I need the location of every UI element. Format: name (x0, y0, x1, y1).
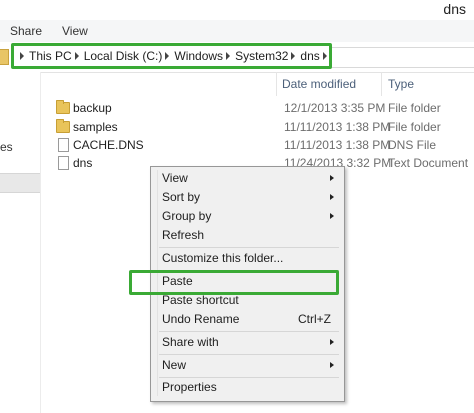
menu-item-label: Sort by (162, 190, 201, 204)
address-breadcrumb[interactable]: This PC Local Disk (C:) Windows System32… (11, 43, 332, 69)
menu-item-customize[interactable]: Customize this folder... (153, 249, 341, 268)
menu-item-label: View (162, 171, 188, 185)
menu-item-refresh[interactable]: Refresh (153, 226, 341, 245)
menu-item-group-by[interactable]: Group by (153, 207, 341, 226)
column-divider[interactable] (276, 72, 277, 96)
document-icon (58, 138, 69, 152)
navigation-pane[interactable]: es (0, 72, 41, 413)
submenu-arrow-icon (330, 194, 334, 200)
submenu-arrow-icon (330, 362, 334, 368)
chevron-right-icon[interactable] (291, 52, 296, 60)
column-divider[interactable] (381, 72, 382, 96)
folder-icon (56, 119, 70, 133)
file-name[interactable]: backup (73, 101, 112, 115)
address-bar-extension[interactable] (332, 47, 474, 68)
ribbon-tab-bar: Share View (0, 20, 474, 43)
chevron-right-icon[interactable] (20, 52, 24, 60)
file-date: 12/1/2013 3:35 PM (284, 101, 386, 115)
breadcrumb-this-pc[interactable]: This PC (29, 49, 72, 63)
paste-highlight-box (129, 270, 339, 295)
file-date: 11/11/2013 1:38 PM (284, 138, 391, 152)
column-header-date[interactable]: Date modified (276, 72, 380, 96)
menu-item-view[interactable]: View (153, 169, 341, 188)
breadcrumb-dns[interactable]: dns (300, 49, 319, 63)
submenu-arrow-icon (330, 339, 334, 345)
file-type: DNS File (388, 138, 437, 152)
breadcrumb-local-disk[interactable]: Local Disk (C:) (84, 49, 163, 63)
tab-view[interactable]: View (62, 24, 88, 38)
folder-icon (0, 49, 9, 65)
submenu-arrow-icon (330, 175, 334, 181)
menu-item-sort-by[interactable]: Sort by (153, 188, 341, 207)
menu-shortcut: Ctrl+Z (298, 312, 331, 326)
menu-item-label: Group by (162, 209, 212, 223)
menu-item-label: Undo Rename (162, 312, 240, 326)
chevron-right-icon[interactable] (322, 52, 327, 60)
menu-item-label: Share with (162, 335, 219, 349)
file-name[interactable]: dns (73, 156, 92, 170)
column-header-type[interactable]: Type (382, 72, 474, 96)
menu-separator (159, 354, 339, 355)
menu-item-label: Refresh (162, 228, 205, 242)
menu-separator (159, 247, 339, 248)
file-type: File folder (388, 101, 441, 115)
window-title: dns (443, 1, 466, 17)
document-icon (58, 156, 69, 170)
file-type: Text Document (388, 156, 469, 170)
file-row[interactable]: samples 11/11/2013 1:38 PM File folder (40, 118, 474, 137)
menu-item-new[interactable]: New (153, 356, 341, 375)
menu-item-label: Properties (162, 380, 217, 394)
menu-item-undo-rename[interactable]: Undo Rename Ctrl+Z (153, 310, 341, 329)
breadcrumb-system32[interactable]: System32 (235, 49, 288, 63)
file-row[interactable]: CACHE.DNS 11/11/2013 1:38 PM DNS File (40, 136, 474, 155)
nav-selected-item[interactable] (0, 173, 40, 193)
tab-share[interactable]: Share (10, 24, 42, 38)
file-type: File folder (388, 120, 441, 134)
menu-item-label: Customize this folder... (162, 251, 284, 265)
file-name[interactable]: CACHE.DNS (73, 138, 144, 152)
menu-item-properties[interactable]: Properties (153, 378, 341, 397)
menu-item-label: New (162, 358, 187, 372)
nav-item-partial[interactable]: es (0, 140, 13, 154)
menu-item-share-with[interactable]: Share with (153, 333, 341, 352)
file-row[interactable]: backup 12/1/2013 3:35 PM File folder (40, 99, 474, 118)
title-bar: dns (0, 0, 474, 20)
file-date: 11/11/2013 1:38 PM (284, 120, 391, 134)
menu-separator (159, 331, 339, 332)
folder-icon (56, 100, 70, 114)
submenu-arrow-icon (330, 213, 334, 219)
chevron-right-icon[interactable] (165, 52, 170, 60)
breadcrumb-windows[interactable]: Windows (174, 49, 223, 63)
chevron-right-icon[interactable] (226, 52, 231, 60)
chevron-right-icon[interactable] (74, 52, 79, 60)
file-name[interactable]: samples (73, 120, 118, 134)
